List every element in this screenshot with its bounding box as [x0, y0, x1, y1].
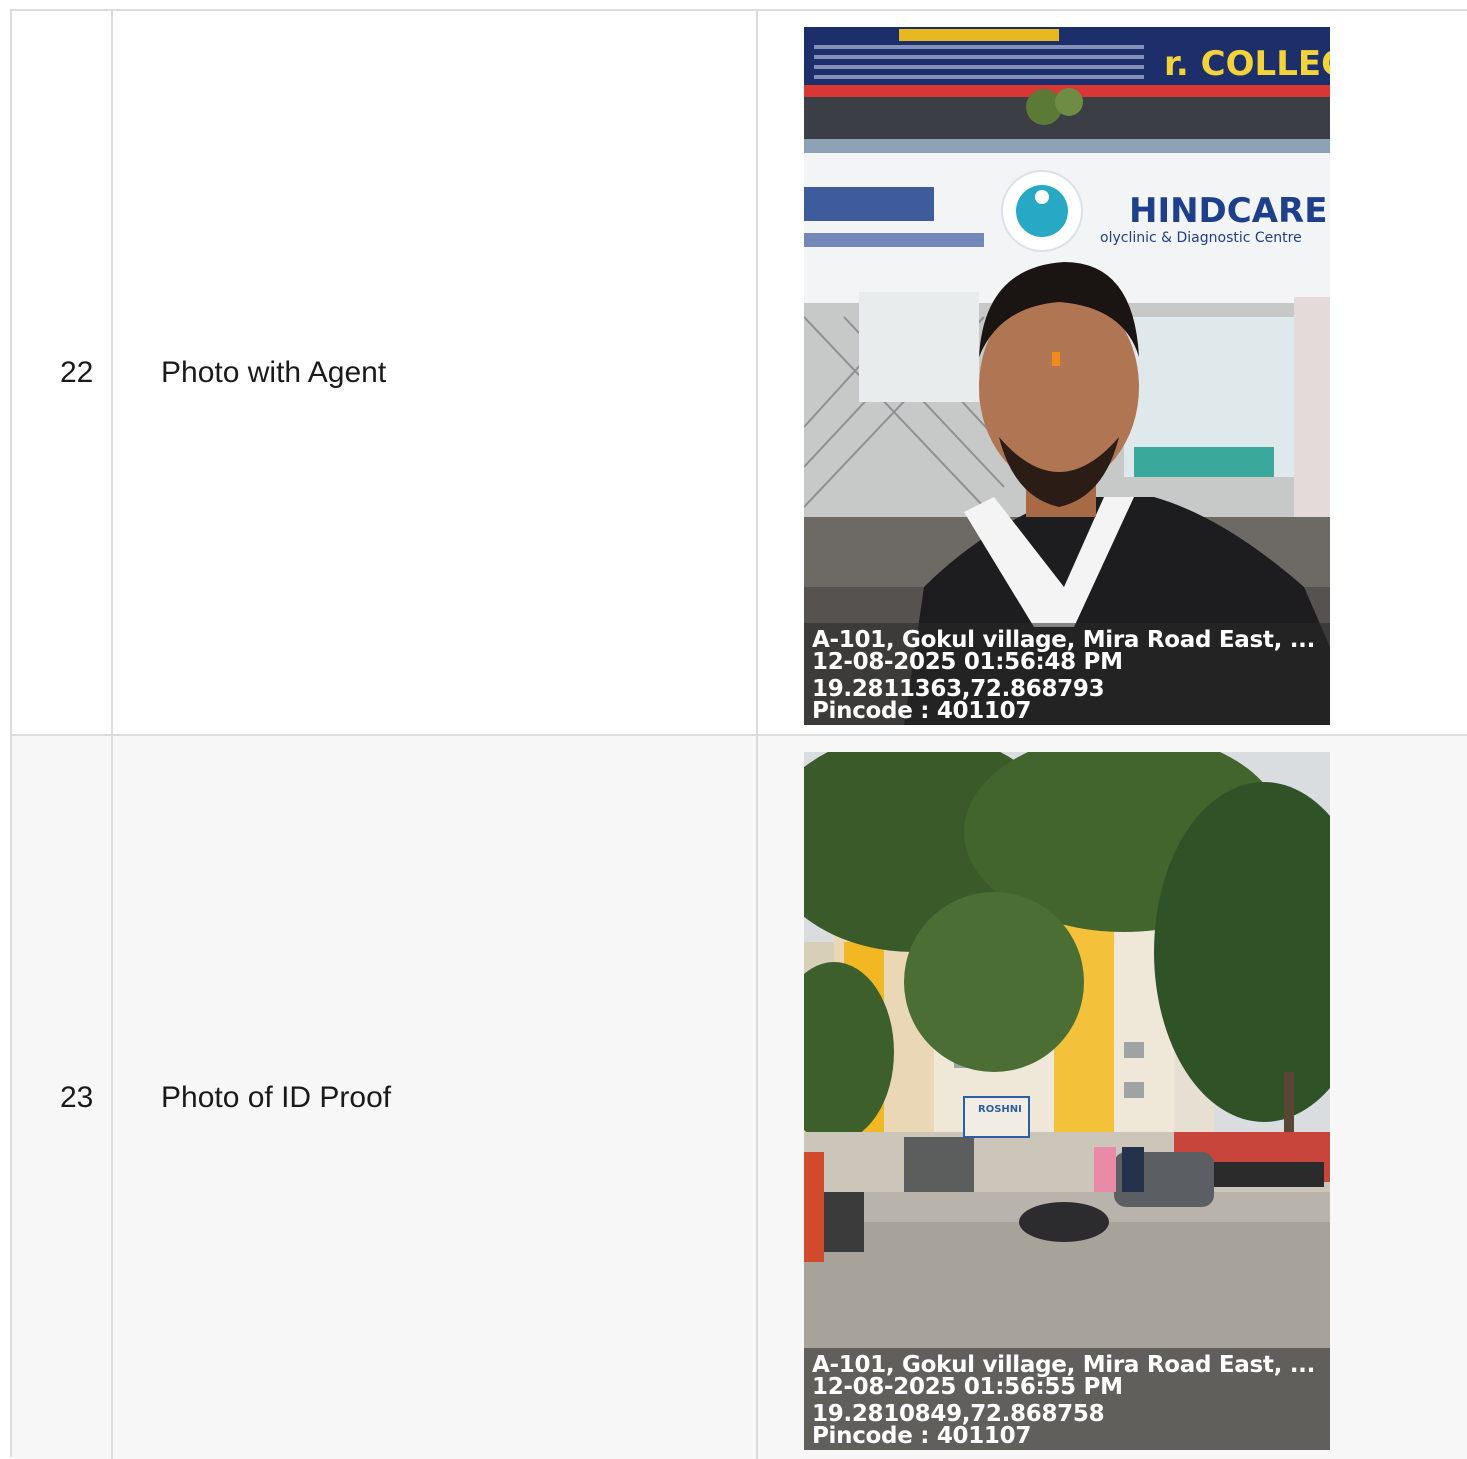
- table-row: 22 Photo with Agent r. COLLEGE: [12, 11, 1467, 736]
- row-number-cell: 23: [12, 736, 113, 1459]
- row-label: Photo of ID Proof: [161, 1080, 392, 1114]
- geotag-coords: 19.2811363,72.868793: [812, 676, 1105, 702]
- banner-college-text: r. COLLEGE: [1164, 44, 1330, 84]
- selfie-image: r. COLLEGE HINDCARE olycli: [804, 27, 1330, 725]
- sign-hindcare-text: HINDCARE: [1129, 191, 1327, 231]
- geotag-address: A-101, Gokul village, Mira Road East, ..…: [812, 1352, 1316, 1378]
- sign-subtitle-text: olyclinic & Diagnostic Centre: [1100, 230, 1302, 246]
- table-row: 23 Photo of ID Proof ROSHNI A-101, Gokul…: [12, 736, 1467, 1459]
- document-table: 22 Photo with Agent r. COLLEGE: [10, 9, 1467, 1459]
- street-image: ROSHNI: [804, 752, 1330, 1450]
- row-number-cell: 22: [12, 11, 113, 734]
- geotag-datetime: 12-08-2025 01:56:55 PM: [812, 1374, 1123, 1400]
- agent-selfie-photo: r. COLLEGE HINDCARE olycli: [804, 27, 1330, 725]
- geotag-address: A-101, Gokul village, Mira Road East, ..…: [812, 627, 1316, 653]
- id-proof-photo: ROSHNI A-101, Gokul village, Mira Road E…: [804, 752, 1330, 1450]
- row-number: 23: [60, 1080, 94, 1114]
- roshni-sign-text: ROSHNI: [978, 1104, 1022, 1115]
- geotag-datetime: 12-08-2025 01:56:48 PM: [812, 649, 1123, 675]
- row-photo-cell: ROSHNI A-101, Gokul village, Mira Road E…: [758, 736, 1467, 1459]
- row-label-cell: Photo with Agent: [113, 11, 758, 734]
- geotag-overlay: A-101, Gokul village, Mira Road East, ..…: [804, 623, 1330, 725]
- geotag-coords: 19.2810849,72.868758: [812, 1401, 1105, 1427]
- row-photo-cell: r. COLLEGE HINDCARE olycli: [758, 11, 1467, 734]
- row-label: Photo with Agent: [161, 355, 387, 389]
- geotag-overlay: A-101, Gokul village, Mira Road East, ..…: [804, 1348, 1330, 1450]
- row-label-cell: Photo of ID Proof: [113, 736, 758, 1459]
- geotag-pincode: Pincode : 401107: [812, 698, 1032, 724]
- row-number: 22: [60, 355, 94, 389]
- geotag-pincode: Pincode : 401107: [812, 1423, 1032, 1449]
